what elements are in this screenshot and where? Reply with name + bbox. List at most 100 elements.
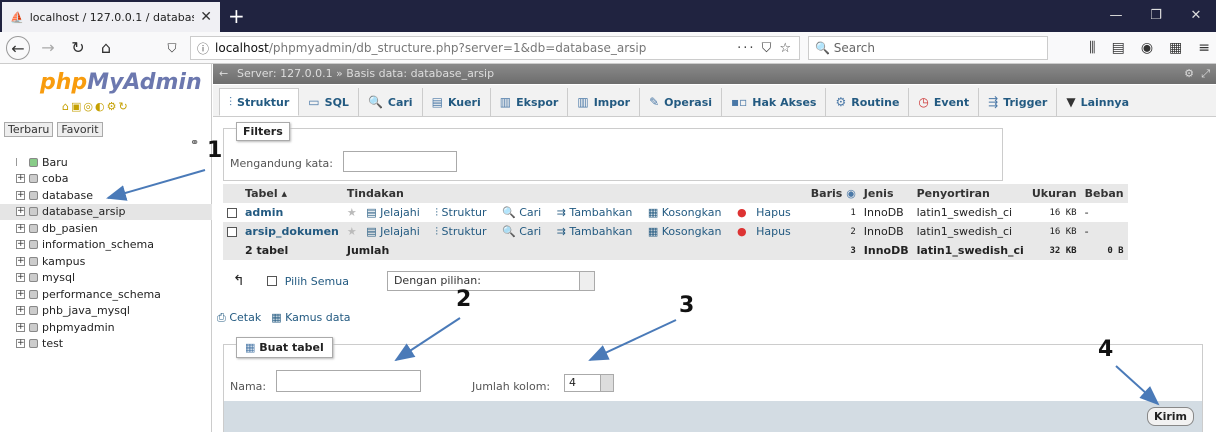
pocket-icon[interactable]: ⛉ (762, 41, 774, 56)
tree-item-performance-schema[interactable]: + performance_schema (0, 286, 212, 303)
recent-tab[interactable]: Terbaru (4, 122, 54, 137)
page-actions-icon[interactable]: ··· (737, 41, 755, 56)
with-selected-dropdown[interactable]: Dengan pilihan: (386, 271, 595, 291)
reader-icon[interactable]: ▤ (1112, 36, 1125, 60)
tree-item-kampus[interactable]: + kampus (0, 253, 212, 270)
gear-icon[interactable]: ⚙ (1184, 64, 1194, 84)
check-all-label[interactable]: Pilih Semua (285, 275, 349, 288)
header-size[interactable]: Ukuran (1027, 184, 1081, 203)
empty-action[interactable]: ▦ Kosongkan (648, 206, 728, 219)
tab-trigger[interactable]: ⇶ Trigger (979, 88, 1058, 116)
link-icon[interactable]: ⚭ (190, 136, 199, 149)
forward-button[interactable]: → (36, 36, 60, 60)
sort-icon[interactable]: ▴ (281, 187, 287, 200)
favorite-tab[interactable]: Favorit (57, 122, 103, 137)
expand-icon[interactable]: + (16, 256, 25, 266)
expand-icon[interactable]: + (16, 207, 25, 217)
docs-icon[interactable]: ◐ (95, 100, 107, 113)
info-icon[interactable]: ⓘ (197, 40, 209, 57)
drop-action[interactable]: ● Hapus (737, 225, 797, 238)
insert-action[interactable]: ⇉ Tambahkan (557, 225, 639, 238)
table-name-link[interactable]: arsip_dokumen (241, 222, 343, 241)
library-icon[interactable]: ⫼ (1089, 36, 1095, 60)
bookmark-star-icon[interactable]: ☆ (779, 41, 793, 56)
expand-icon[interactable]: + (16, 190, 25, 200)
browse-action[interactable]: ▤ Jelajahi (366, 206, 426, 219)
tab-kueri[interactable]: ▤ Kueri (423, 88, 491, 116)
print-link[interactable]: ⎙ Cetak (217, 311, 261, 325)
row-checkbox[interactable] (227, 208, 237, 218)
tree-item-phb-java-mysql[interactable]: + phb_java_mysql (0, 303, 212, 320)
tab-event[interactable]: ◷ Event (909, 88, 980, 116)
filter-input[interactable] (343, 151, 457, 172)
maximize-icon[interactable]: ⤢ (1201, 64, 1210, 84)
expand-icon[interactable]: + (16, 273, 25, 283)
row-checkbox[interactable] (227, 227, 237, 237)
collapse-icon[interactable]: ← (219, 64, 228, 84)
tab-impor[interactable]: ▥ Impor (568, 88, 641, 116)
expand-icon[interactable]: + (16, 339, 25, 349)
data-dictionary-link[interactable]: ▦ Kamus data (271, 311, 350, 325)
table-name-link[interactable]: admin (241, 203, 343, 222)
structure-action[interactable]: ⫶ Struktur (435, 225, 492, 238)
tree-item-phpmyadmin[interactable]: + phpmyadmin (0, 319, 212, 336)
help-icon[interactable]: ◉ (846, 187, 856, 200)
tab-sql[interactable]: ▭ SQL (299, 88, 359, 116)
header-table[interactable]: Tabel (245, 187, 278, 200)
expand-icon[interactable]: + (16, 223, 25, 233)
shield-icon[interactable]: ⛉ (160, 36, 184, 60)
phpmyadmin-logo[interactable]: phpMyAdmin (40, 70, 202, 95)
expand-icon[interactable]: + (16, 240, 25, 250)
search-input[interactable]: 🔍 Search (808, 36, 1048, 60)
expand-icon[interactable]: + (16, 322, 25, 332)
submit-button[interactable]: Kirim (1147, 407, 1194, 426)
reload-nav-icon[interactable]: ↻ (118, 100, 129, 113)
expand-icon[interactable]: + (16, 174, 25, 184)
row-size[interactable]: 16 KB (1027, 222, 1081, 241)
header-rows[interactable]: Baris (811, 187, 843, 200)
close-tab-icon[interactable]: ✕ (200, 9, 212, 25)
header-type[interactable]: Jenis (859, 184, 913, 203)
header-collation[interactable]: Penyortiran (912, 184, 1028, 203)
header-overhead[interactable]: Beban (1080, 184, 1128, 203)
tree-item-coba[interactable]: + coba (0, 171, 212, 188)
tab-cari[interactable]: 🔍 Cari (359, 88, 423, 116)
close-window-icon[interactable]: ✕ (1176, 0, 1216, 32)
extension-icon[interactable]: ▦ (1169, 36, 1182, 60)
check-all-checkbox[interactable] (266, 276, 277, 286)
new-tab-button[interactable]: + (228, 4, 245, 28)
tab-struktur[interactable]: ⫶ Struktur (219, 88, 300, 116)
tree-item-test[interactable]: + test (0, 336, 212, 353)
home-icon[interactable]: ⌂ (62, 100, 71, 113)
favorite-star-icon[interactable]: ★ (347, 206, 357, 219)
table-name-input[interactable] (276, 370, 421, 392)
address-bar[interactable]: ⓘ localhost/phpmyadmin/db_structure.php?… (190, 36, 800, 60)
favorite-star-icon[interactable]: ★ (347, 225, 357, 238)
expand-icon[interactable]: + (16, 306, 25, 316)
browser-tab[interactable]: ⛵ localhost / 127.0.0.1 / database_ ✕ (2, 2, 220, 32)
tab-hak-akses[interactable]: ▪▫ Hak Akses (722, 88, 827, 116)
expand-icon[interactable]: + (16, 289, 25, 299)
sql-query-icon[interactable]: ◎ (83, 100, 95, 113)
tab-operasi[interactable]: ✎ Operasi (640, 88, 723, 116)
settings-icon[interactable]: ⚙ (107, 100, 119, 113)
browse-action[interactable]: ▤ Jelajahi (366, 225, 426, 238)
insert-action[interactable]: ⇉ Tambahkan (557, 206, 639, 219)
breadcrumb-text[interactable]: Server: 127.0.0.1 » Basis data: database… (237, 67, 494, 80)
tree-item-mysql[interactable]: + mysql (0, 270, 212, 287)
home-button[interactable]: ⌂ (94, 36, 118, 60)
empty-action[interactable]: ▦ Kosongkan (648, 225, 728, 238)
tree-item-database-arsip[interactable]: + database_arsip (0, 203, 212, 220)
back-button[interactable]: ← (6, 36, 30, 60)
column-count-stepper[interactable]: 4 (564, 374, 614, 392)
structure-action[interactable]: ⫶ Struktur (435, 206, 492, 219)
drop-action[interactable]: ● Hapus (737, 206, 797, 219)
tree-item-database[interactable]: + database (0, 187, 212, 204)
minimize-icon[interactable]: — (1096, 0, 1136, 32)
tab-routine[interactable]: ⚙ Routine (826, 88, 910, 116)
tab-ekspor[interactable]: ▥ Ekspor (491, 88, 569, 116)
restore-icon[interactable]: ❐ (1136, 0, 1176, 32)
row-size[interactable]: 16 KB (1027, 203, 1081, 222)
tree-item-db-pasien[interactable]: + db_pasien (0, 220, 212, 237)
search-action[interactable]: 🔍 Cari (502, 225, 547, 238)
